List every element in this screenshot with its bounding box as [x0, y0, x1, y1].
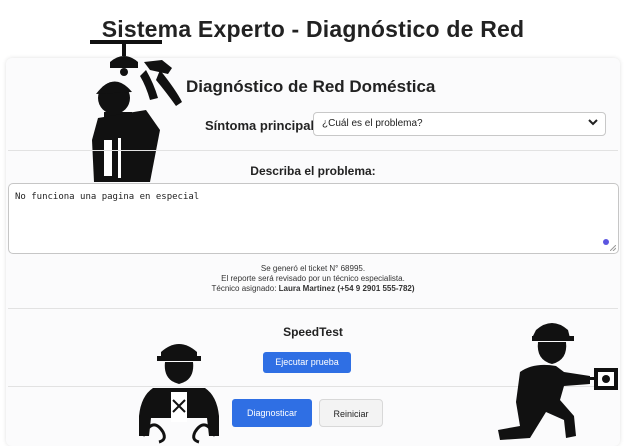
chevron-down-icon: [588, 119, 598, 126]
page-title: Sistema Experto - Diagnóstico de Red: [101, 16, 525, 42]
ticket-line-2: El reporte será revisado por un técnico …: [221, 274, 405, 283]
ticket-line-3: Técnico asignado: Laura Martinez (+54 9 …: [0, 284, 626, 294]
description-value: No funciona una pagina en especial: [15, 192, 200, 202]
symptom-select[interactable]: ¿Cuál es el problema?: [313, 112, 606, 136]
assigned-tech-value: Laura Martinez (+54 9 2901 555-782): [278, 284, 415, 293]
run-speedtest-button[interactable]: Ejecutar prueba: [263, 352, 351, 373]
grammar-check-icon[interactable]: [603, 239, 609, 245]
technician-ceiling-icon: [90, 40, 182, 182]
symptom-label: Síntoma principal: [205, 118, 315, 133]
divider: [8, 150, 618, 151]
resize-handle-icon[interactable]: [610, 245, 616, 251]
divider: [8, 308, 618, 309]
description-label: Describa el problema:: [250, 164, 376, 178]
technician-socket-icon: [498, 323, 618, 440]
assigned-tech-label: Técnico asignado:: [211, 284, 277, 293]
technician-cables-icon: [139, 344, 219, 444]
ticket-info: Se generó el ticket N° 68995. El reporte…: [0, 264, 626, 294]
card-title: Diagnóstico de Red Doméstica: [186, 77, 436, 96]
reset-button[interactable]: Reiniciar: [319, 399, 383, 427]
diagnose-button[interactable]: Diagnosticar: [232, 399, 312, 427]
symptom-select-value: ¿Cuál es el problema?: [322, 118, 423, 129]
description-textarea[interactable]: No funciona una pagina en especial: [8, 183, 619, 254]
ticket-line-1: Se generó el ticket N° 68995.: [260, 264, 366, 273]
